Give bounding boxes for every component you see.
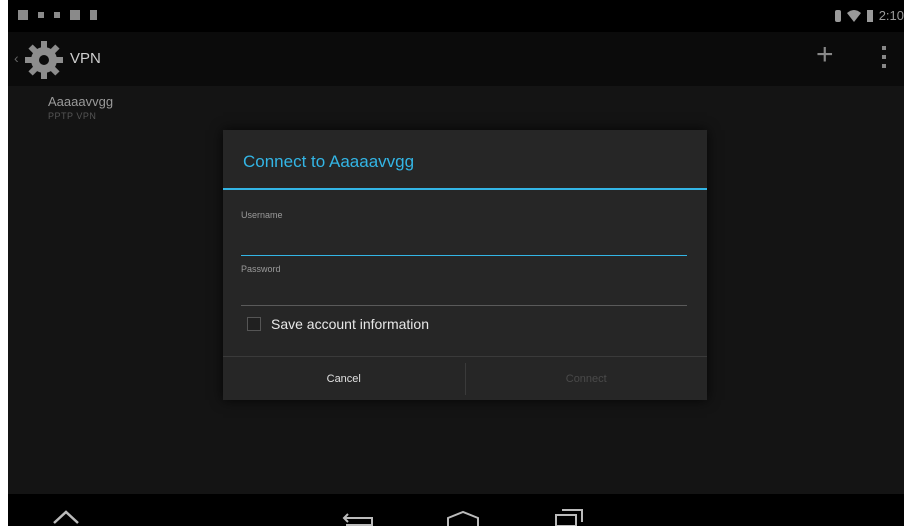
status-bar: 2:10 (8, 0, 904, 32)
username-label: Username (241, 210, 283, 220)
save-account-row[interactable]: Save account information (247, 316, 429, 332)
recents-icon[interactable] (554, 508, 584, 526)
vpn-type: PPTP VPN (48, 111, 97, 121)
status-bar-notifications (18, 10, 97, 20)
android-screen: 2:10 ‹ VPN + Aaaaavvgg PPTP VPN Connect … (8, 0, 904, 526)
dialog-title: Connect to Aaaaavvgg (243, 152, 415, 171)
back-icon[interactable] (342, 512, 376, 526)
dot-icon (54, 12, 60, 18)
username-field[interactable] (241, 233, 687, 256)
password-field[interactable] (241, 283, 687, 306)
settings-gear-icon[interactable] (22, 38, 66, 82)
overflow-menu-icon[interactable] (882, 46, 888, 68)
navigation-bar (8, 494, 904, 526)
connect-button[interactable]: Connect (466, 357, 708, 401)
dialog-button-bar: Cancel Connect (223, 356, 707, 401)
save-account-checkbox[interactable] (247, 317, 261, 331)
vpn-name: Aaaaavvgg (48, 94, 114, 109)
sd-card-icon (90, 10, 97, 20)
notification-icon (18, 10, 28, 20)
status-bar-system: 2:10 (834, 8, 904, 23)
usb-icon (38, 12, 44, 18)
action-bar-title: VPN (70, 50, 101, 67)
dialog-title-divider (223, 188, 707, 190)
home-icon[interactable] (446, 510, 480, 526)
vpn-list-item[interactable]: Aaaaavvgg PPTP VPN (48, 94, 113, 121)
add-vpn-button[interactable]: + (816, 40, 834, 70)
vpn-connect-dialog: Connect to Aaaaavvgg Username Password S… (223, 130, 707, 400)
keyboard-hide-icon[interactable] (52, 510, 80, 524)
cancel-button[interactable]: Cancel (223, 357, 465, 401)
password-label: Password (241, 264, 281, 274)
wifi-icon (846, 9, 861, 22)
action-bar: ‹ VPN + (8, 32, 904, 86)
bluetooth-icon (834, 9, 841, 22)
image-icon (70, 10, 80, 20)
up-caret-icon[interactable]: ‹ (14, 50, 19, 66)
status-time: 2:10 (878, 8, 904, 23)
battery-icon (866, 9, 873, 22)
save-account-label: Save account information (271, 316, 429, 332)
